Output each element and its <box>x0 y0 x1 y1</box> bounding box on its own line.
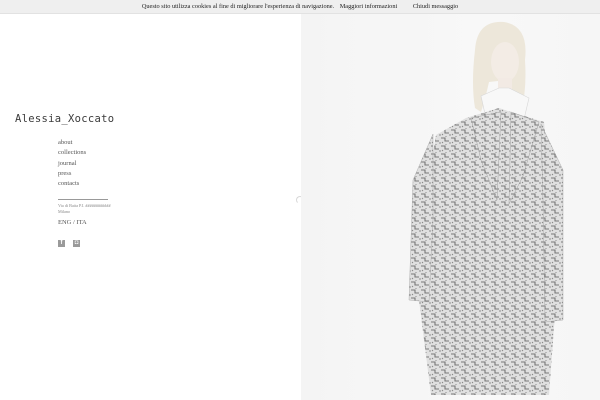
left-panel: Alessia_Xoccato about collections journa… <box>0 0 301 400</box>
nav-item-collections[interactable]: collections <box>58 148 86 158</box>
close-message-button[interactable]: Chiudi messaggio <box>413 0 458 13</box>
nav-item-about[interactable]: about <box>58 138 86 148</box>
address-line1: Via di Baita P.I. ############ <box>58 203 111 208</box>
social-links: f ◘ <box>58 231 84 249</box>
nav-item-press[interactable]: press <box>58 169 86 179</box>
model-photo-illustration <box>301 0 600 400</box>
facebook-icon[interactable]: f <box>58 240 65 247</box>
brand-logo[interactable]: Alessia_Xoccato <box>15 113 114 125</box>
more-info-link[interactable]: Maggiori informazioni <box>340 0 398 13</box>
language-switcher[interactable]: ENG / ITA <box>58 219 87 226</box>
nav-item-contacts[interactable]: contacts <box>58 179 86 189</box>
address-line2: Milano <box>58 208 71 214</box>
cookie-bar: Questo sito utilizza cookies al fine di … <box>0 0 600 14</box>
divider <box>58 199 108 200</box>
instagram-icon[interactable]: ◘ <box>73 240 80 247</box>
nav-item-journal[interactable]: journal <box>58 159 86 169</box>
main-nav: about collections journal press contacts <box>58 138 86 189</box>
address: Via di Baita P.I. ############ Milano <box>58 203 111 214</box>
cookie-message: Questo sito utilizza cookies al fine di … <box>141 3 335 10</box>
hero-photo <box>301 0 600 400</box>
